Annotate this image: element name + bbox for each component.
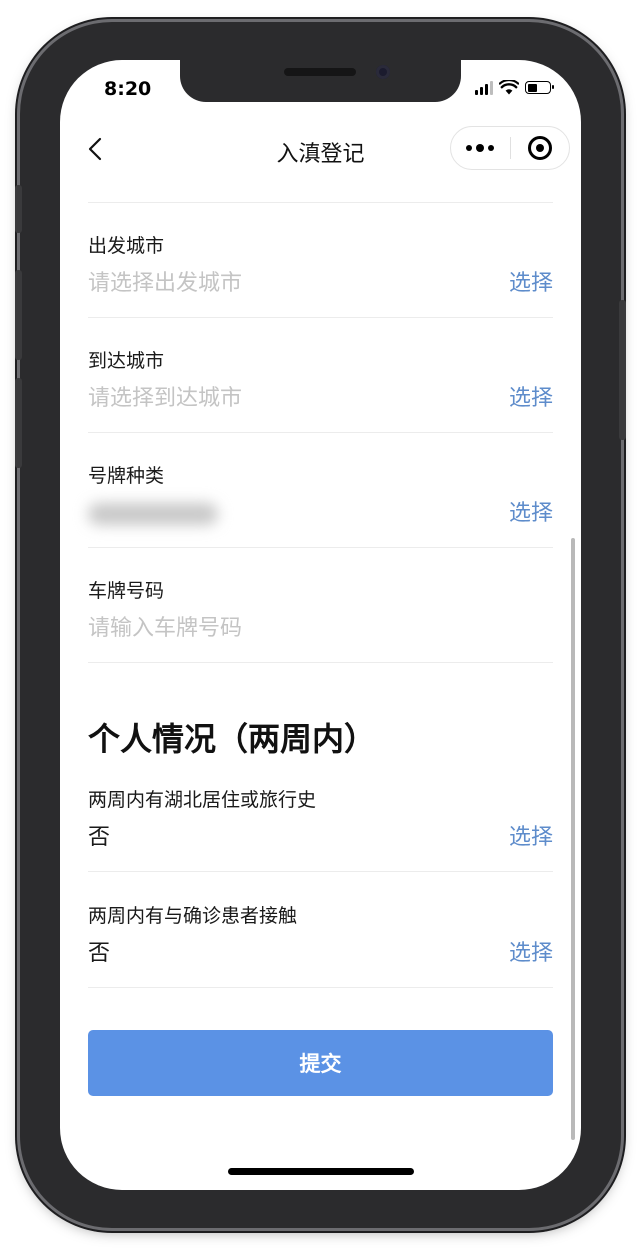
plate-number-input[interactable]: 请输入车牌号码: [88, 610, 242, 642]
plate-type-value-blurred: [88, 503, 218, 525]
hubei-history-value: 否: [88, 825, 111, 850]
screen: 8:20 入滇登记 出发城市 请选择出发城市 选择 到达城市 请选择到达城市 选…: [60, 60, 581, 1190]
status-time: 8:20: [104, 78, 152, 100]
select-hubei-history-link[interactable]: 选择: [509, 819, 553, 851]
notch: [180, 60, 461, 102]
contact-history-row[interactable]: 两周内有与确诊患者接触 否 选择: [88, 873, 553, 988]
navigation-bar: 入滇登记: [60, 122, 581, 178]
volume-down-button: [15, 378, 22, 468]
field-label: 到达城市: [88, 350, 165, 372]
section-title: 个人情况（两周内）: [88, 720, 377, 758]
select-contact-history-link[interactable]: 选择: [509, 935, 553, 967]
scrollbar-thumb[interactable]: [571, 538, 575, 1140]
power-button: [619, 300, 626, 440]
battery-icon: [525, 81, 554, 94]
status-icons: [475, 80, 554, 95]
miniprogram-capsule: [450, 126, 570, 170]
earpiece-speaker: [284, 68, 356, 76]
plate-type-row[interactable]: 号牌种类 选择: [88, 433, 553, 548]
plate-number-row[interactable]: 车牌号码 请输入车牌号码: [88, 548, 553, 663]
more-options-icon[interactable]: [451, 127, 510, 169]
question-label: 两周内有与确诊患者接触: [88, 905, 298, 927]
field-label: 出发城市: [88, 235, 165, 257]
field-label: 号牌种类: [88, 465, 165, 487]
departure-city-placeholder: 请选择出发城市: [88, 271, 243, 296]
front-camera: [376, 65, 390, 79]
select-departure-city-link[interactable]: 选择: [509, 265, 553, 297]
contact-history-value: 否: [88, 941, 111, 966]
departure-city-row[interactable]: 出发城市 请选择出发城市 选择: [88, 203, 553, 318]
submit-button[interactable]: 提交: [88, 1030, 553, 1096]
wifi-icon: [499, 80, 519, 95]
close-miniprogram-icon[interactable]: [510, 127, 569, 169]
arrival-city-placeholder: 请选择到达城市: [88, 386, 243, 411]
question-label: 两周内有湖北居住或旅行史: [88, 789, 317, 811]
select-plate-type-link[interactable]: 选择: [509, 495, 553, 527]
cellular-signal-icon: [475, 80, 493, 95]
home-indicator[interactable]: [228, 1168, 414, 1175]
volume-up-button: [15, 270, 22, 360]
hubei-history-row[interactable]: 两周内有湖北居住或旅行史 否 选择: [88, 757, 553, 872]
silent-switch: [15, 185, 22, 233]
field-label: 车牌号码: [88, 580, 165, 602]
arrival-city-row[interactable]: 到达城市 请选择到达城市 选择: [88, 318, 553, 433]
select-arrival-city-link[interactable]: 选择: [509, 380, 553, 412]
